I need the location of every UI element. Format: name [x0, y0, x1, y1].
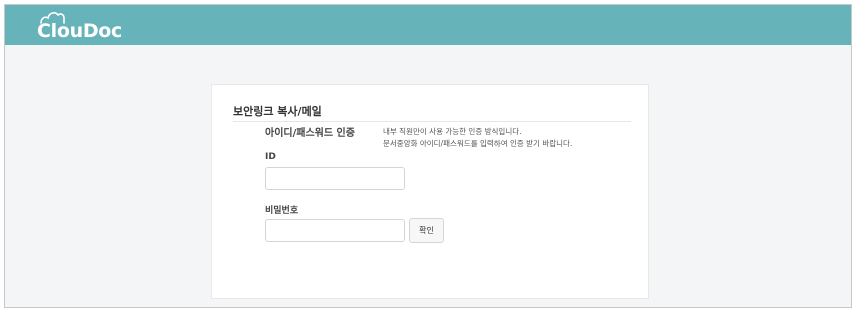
- logo-text: ClouDoc: [37, 20, 123, 42]
- auth-description: 내부 직원만이 사용 가능한 인증 방식입니다. 문서중앙화 아이디/패스워드를…: [383, 126, 572, 150]
- login-card: 보안링크 복사/메일 아이디/패스워드 인증 내부 직원만이 사용 가능한 인증…: [211, 84, 649, 299]
- card-title: 보안링크 복사/메일: [233, 105, 322, 118]
- auth-description-line-2: 문서중앙화 아이디/패스워드를 입력하여 인증 받기 바랍니다.: [383, 139, 573, 148]
- title-divider: [233, 121, 631, 122]
- password-input[interactable]: [265, 219, 405, 242]
- confirm-button[interactable]: 확인: [409, 218, 444, 243]
- browser-frame: ClouDoc 보안링크 복사/메일 아이디/패스워드 인증 내부 직원만이 사…: [4, 4, 852, 308]
- id-label: ID: [265, 152, 276, 162]
- id-input[interactable]: [265, 167, 405, 190]
- auth-description-line-1: 내부 직원만이 사용 가능한 인증 방식입니다.: [383, 127, 522, 136]
- auth-method-title: 아이디/패스워드 인증: [265, 128, 355, 139]
- password-label: 비밀번호: [265, 206, 299, 216]
- app-header: ClouDoc: [5, 5, 851, 45]
- cloudoc-logo: ClouDoc: [35, 10, 145, 44]
